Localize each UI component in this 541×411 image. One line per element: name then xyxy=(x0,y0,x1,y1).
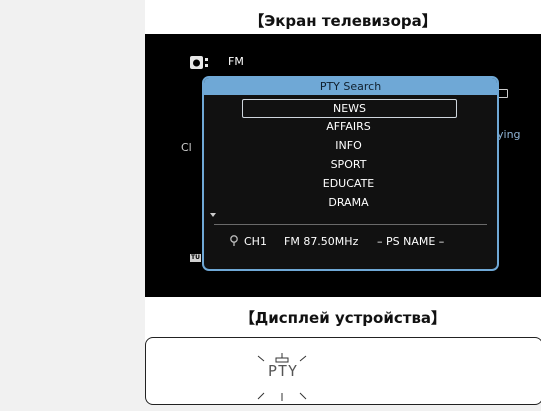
dialog-title: PTY Search xyxy=(204,78,497,95)
ps-name-label: – PS NAME – xyxy=(377,235,445,248)
pty-item-info[interactable]: INFO xyxy=(242,137,455,154)
blinking-indicator-icon xyxy=(257,353,307,401)
pin-icon xyxy=(230,235,238,246)
pty-item-affairs[interactable]: AFFAIRS xyxy=(242,118,455,135)
tv-screen-caption: 【Экран телевизора】 xyxy=(249,12,437,30)
channel-label: CH1 xyxy=(244,235,267,248)
device-display: PTY xyxy=(145,337,541,405)
dialog-divider xyxy=(214,224,487,225)
device-display-text: PTY xyxy=(268,362,299,380)
scroll-down-icon[interactable] xyxy=(210,213,216,217)
pty-item-drama[interactable]: DRAMA xyxy=(242,194,455,211)
tu-badge: TU xyxy=(190,254,201,262)
band-label: FM xyxy=(228,55,244,68)
status-bar: CH1 FM 87.50MHz – PS NAME – xyxy=(229,235,489,249)
pty-item-news[interactable]: NEWS xyxy=(242,99,457,118)
pty-item-sport[interactable]: SPORT xyxy=(242,156,455,173)
frequency-label: FM 87.50MHz xyxy=(284,235,359,248)
pty-search-dialog: PTY Search NEWS AFFAIRS INFO SPORT EDUCA… xyxy=(202,76,499,271)
tuner-icon xyxy=(190,56,208,69)
background-text-left: Cl xyxy=(181,141,192,154)
background-text-right: ying xyxy=(497,128,521,141)
device-display-caption: 【Дисплей устройства】 xyxy=(239,309,447,327)
pty-item-educate[interactable]: EDUCATE xyxy=(242,175,455,192)
tv-screen: FM ying Cl TU PTY Search NEWS AFFAIRS IN… xyxy=(145,34,541,297)
